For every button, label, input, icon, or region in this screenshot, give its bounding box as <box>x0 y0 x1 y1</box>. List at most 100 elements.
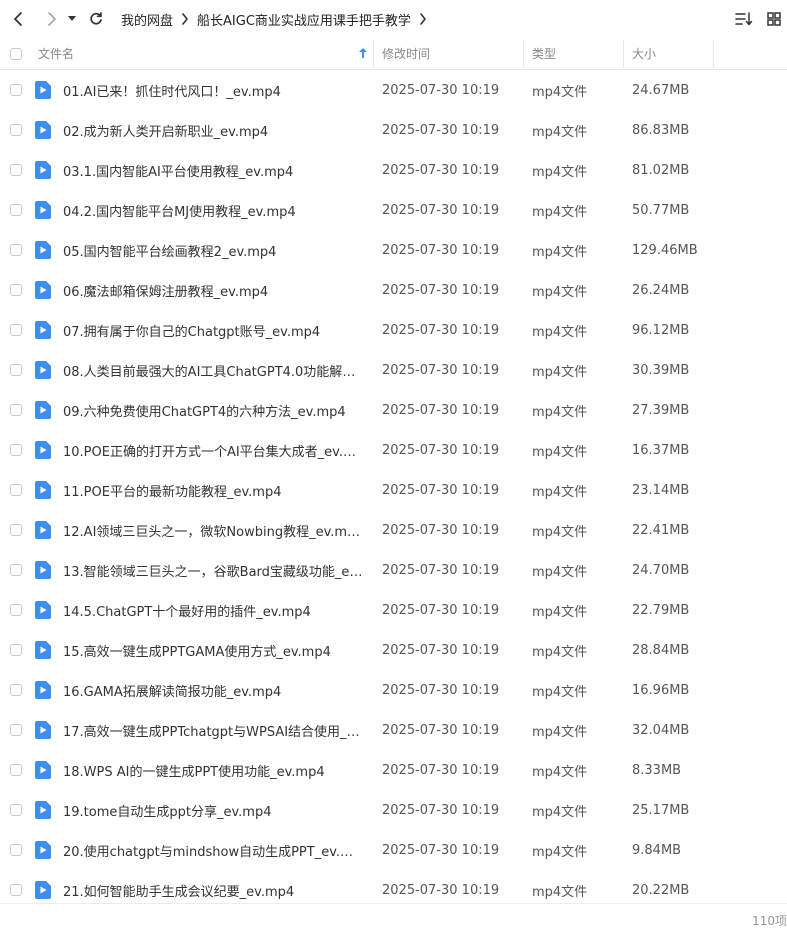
file-name[interactable]: 10.POE正确的打开方式一个AI平台集大成者_ev.mp4 <box>63 430 363 470</box>
file-name[interactable]: 16.GAMA拓展解读简报功能_ev.mp4 <box>63 670 363 710</box>
table-row[interactable]: 20.使用chatgpt与mindshow自动生成PPT_ev.mp4 2025-… <box>0 830 787 870</box>
table-row[interactable]: 14.5.ChatGPT十个最好用的插件_ev.mp4 2025-07-30 10… <box>0 590 787 630</box>
row-checkbox[interactable] <box>10 390 22 430</box>
breadcrumb-root[interactable]: 我的网盘 <box>121 10 173 29</box>
row-checkbox[interactable] <box>10 70 22 110</box>
file-name[interactable]: 15.高效一键生成PPTGAMA使用方式_ev.mp4 <box>63 630 363 670</box>
file-name[interactable]: 03.1.国内智能AI平台使用教程_ev.mp4 <box>63 150 363 190</box>
video-file-icon <box>35 270 51 310</box>
table-row[interactable]: 01.AI已来！抓住时代风口！_ev.mp4 2025-07-30 10:19 mp… <box>0 70 787 110</box>
row-checkbox[interactable] <box>10 510 22 550</box>
table-row[interactable]: 12.AI领域三巨头之一，微软Nowbing教程_ev.mp4 2025-07-3… <box>0 510 787 550</box>
row-checkbox[interactable] <box>10 110 22 150</box>
table-row[interactable]: 10.POE正确的打开方式一个AI平台集大成者_ev.mp4 2025-07-30… <box>0 430 787 470</box>
table-row[interactable]: 03.1.国内智能AI平台使用教程_ev.mp4 2025-07-30 10:19… <box>0 150 787 190</box>
table-row[interactable]: 16.GAMA拓展解读简报功能_ev.mp4 2025-07-30 10:19 mp… <box>0 670 787 710</box>
chevron-left-icon <box>14 12 22 26</box>
table-row[interactable]: 02.成为新人类开启新职业_ev.mp4 2025-07-30 10:19 mp4文… <box>0 110 787 150</box>
file-size: 22.79MB <box>632 602 690 618</box>
view-mode-button[interactable] <box>761 6 787 32</box>
breadcrumb-current-folder[interactable]: 船长AIGC商业实战应用课手把手教学 <box>197 10 411 29</box>
file-name[interactable]: 18.WPS AI的一键生成PPT使用功能_ev.mp4 <box>63 750 363 790</box>
sort-ascending-icon <box>359 48 367 58</box>
file-name[interactable]: 04.2.国内智能平台MJ使用教程_ev.mp4 <box>63 190 363 230</box>
table-row[interactable]: 18.WPS AI的一键生成PPT使用功能_ev.mp4 2025-07-30 1… <box>0 750 787 790</box>
video-file-icon <box>35 190 51 230</box>
file-name[interactable]: 13.智能领域三巨头之一，谷歌Bard宝藏级功能_ev.mp4 <box>63 550 363 590</box>
file-modified-time: 2025-07-30 10:19 <box>382 242 500 258</box>
column-header-modified[interactable]: 修改时间 <box>382 38 430 69</box>
file-name[interactable]: 12.AI领域三巨头之一，微软Nowbing教程_ev.mp4 <box>63 510 363 550</box>
file-size: 16.96MB <box>632 682 690 698</box>
table-row[interactable]: 05.国内智能平台绘画教程2_ev.mp4 2025-07-30 10:19 mp4… <box>0 230 787 270</box>
file-name[interactable]: 06.魔法邮箱保姆注册教程_ev.mp4 <box>63 270 363 310</box>
row-checkbox[interactable] <box>10 590 22 630</box>
file-type: mp4文件 <box>532 604 588 620</box>
file-modified-time: 2025-07-30 10:19 <box>382 802 500 818</box>
file-size: 22.41MB <box>632 522 690 538</box>
file-name[interactable]: 05.国内智能平台绘画教程2_ev.mp4 <box>63 230 363 270</box>
grid-view-icon <box>767 12 781 26</box>
file-modified-time: 2025-07-30 10:19 <box>382 642 500 658</box>
row-checkbox[interactable] <box>10 270 22 310</box>
video-file-icon <box>35 70 51 110</box>
file-name[interactable]: 02.成为新人类开启新职业_ev.mp4 <box>63 110 363 150</box>
table-row[interactable]: 08.人类目前最强大的AI工具ChatGPT4.0功能解读_ev.... 2025… <box>0 350 787 390</box>
row-checkbox[interactable] <box>10 830 22 870</box>
row-checkbox[interactable] <box>10 670 22 710</box>
file-name[interactable]: 17.高效一键生成PPTchatgpt与WPSAI结合使用_ev.mp4 <box>63 710 363 750</box>
toolbar-right <box>731 6 787 32</box>
file-list-header: 文件名 修改时间 类型 大小 <box>0 38 787 70</box>
row-checkbox[interactable] <box>10 310 22 350</box>
file-name[interactable]: 20.使用chatgpt与mindshow自动生成PPT_ev.mp4 <box>63 830 363 870</box>
file-size: 86.83MB <box>632 122 690 138</box>
forward-button[interactable] <box>39 4 65 34</box>
row-checkbox[interactable] <box>10 470 22 510</box>
file-type: mp4文件 <box>532 404 588 420</box>
file-name[interactable]: 01.AI已来！抓住时代风口！_ev.mp4 <box>63 70 363 110</box>
video-file-icon <box>35 510 51 550</box>
file-name[interactable]: 07.拥有属于你自己的Chatgpt账号_ev.mp4 <box>63 310 363 350</box>
row-checkbox[interactable] <box>10 350 22 390</box>
file-modified-time: 2025-07-30 10:19 <box>382 402 500 418</box>
file-size: 9.84MB <box>632 842 682 858</box>
toolbar: 我的网盘 船长AIGC商业实战应用课手把手教学 <box>0 0 787 38</box>
file-name[interactable]: 09.六种免费使用ChatGPT4的六种方法_ev.mp4 <box>63 390 363 430</box>
table-row[interactable]: 15.高效一键生成PPTGAMA使用方式_ev.mp4 2025-07-30 10… <box>0 630 787 670</box>
file-name[interactable]: 14.5.ChatGPT十个最好用的插件_ev.mp4 <box>63 590 363 630</box>
table-row[interactable]: 11.POE平台的最新功能教程_ev.mp4 2025-07-30 10:19 mp… <box>0 470 787 510</box>
row-checkbox[interactable] <box>10 230 22 270</box>
row-checkbox[interactable] <box>10 630 22 670</box>
table-row[interactable]: 06.魔法邮箱保姆注册教程_ev.mp4 2025-07-30 10:19 mp4文… <box>0 270 787 310</box>
row-checkbox[interactable] <box>10 750 22 790</box>
file-modified-time: 2025-07-30 10:19 <box>382 82 500 98</box>
history-dropdown-button[interactable] <box>65 4 79 34</box>
table-row[interactable]: 09.六种免费使用ChatGPT4的六种方法_ev.mp4 2025-07-30 … <box>0 390 787 430</box>
column-header-name[interactable]: 文件名 <box>38 38 74 69</box>
select-all-checkbox[interactable] <box>10 38 22 69</box>
column-header-size[interactable]: 大小 <box>632 38 656 69</box>
file-type: mp4文件 <box>532 564 588 580</box>
file-name[interactable]: 11.POE平台的最新功能教程_ev.mp4 <box>63 470 363 510</box>
row-checkbox[interactable] <box>10 790 22 830</box>
row-checkbox[interactable] <box>10 190 22 230</box>
row-checkbox[interactable] <box>10 550 22 590</box>
table-row[interactable]: 19.tome自动生成ppt分享_ev.mp4 2025-07-30 10:19 m… <box>0 790 787 830</box>
table-row[interactable]: 13.智能领域三巨头之一，谷歌Bard宝藏级功能_ev.mp4 2025-07-3… <box>0 550 787 590</box>
file-type: mp4文件 <box>532 684 588 700</box>
column-header-type[interactable]: 类型 <box>532 38 556 69</box>
table-row[interactable]: 04.2.国内智能平台MJ使用教程_ev.mp4 2025-07-30 10:19… <box>0 190 787 230</box>
file-name[interactable]: 08.人类目前最强大的AI工具ChatGPT4.0功能解读_ev.... <box>63 350 363 390</box>
refresh-button[interactable] <box>83 4 109 34</box>
sort-button[interactable] <box>731 6 757 32</box>
row-checkbox[interactable] <box>10 150 22 190</box>
row-checkbox[interactable] <box>10 430 22 470</box>
back-button[interactable] <box>5 4 31 34</box>
table-row[interactable]: 17.高效一键生成PPTchatgpt与WPSAI结合使用_ev.mp4 2025… <box>0 710 787 750</box>
file-modified-time: 2025-07-30 10:19 <box>382 122 500 138</box>
file-name[interactable]: 19.tome自动生成ppt分享_ev.mp4 <box>63 790 363 830</box>
file-modified-time: 2025-07-30 10:19 <box>382 762 500 778</box>
file-size: 16.37MB <box>632 442 690 458</box>
row-checkbox[interactable] <box>10 710 22 750</box>
table-row[interactable]: 07.拥有属于你自己的Chatgpt账号_ev.mp4 2025-07-30 10… <box>0 310 787 350</box>
